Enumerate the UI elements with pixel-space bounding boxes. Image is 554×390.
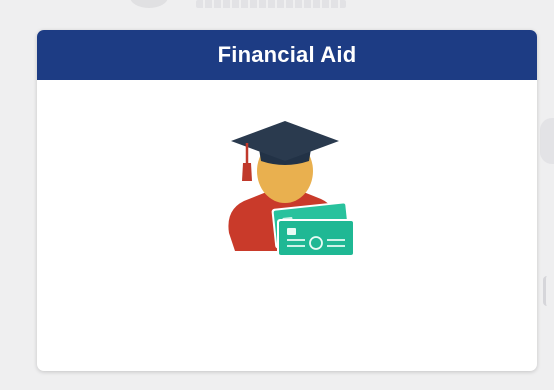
tile-title: Financial Aid xyxy=(217,42,357,67)
graduate-financial-aid-icon xyxy=(228,121,355,257)
graduate-tassel xyxy=(242,163,252,181)
tile-header: Financial Aid xyxy=(37,30,537,80)
financial-card-front xyxy=(277,219,355,257)
financial-aid-tile[interactable]: Financial Aid xyxy=(37,30,537,371)
background-logo xyxy=(130,0,168,8)
background-title-text xyxy=(196,0,346,8)
background-adjacent-tile-icon xyxy=(540,118,554,164)
background-adjacent-tile-glyph xyxy=(543,276,554,306)
